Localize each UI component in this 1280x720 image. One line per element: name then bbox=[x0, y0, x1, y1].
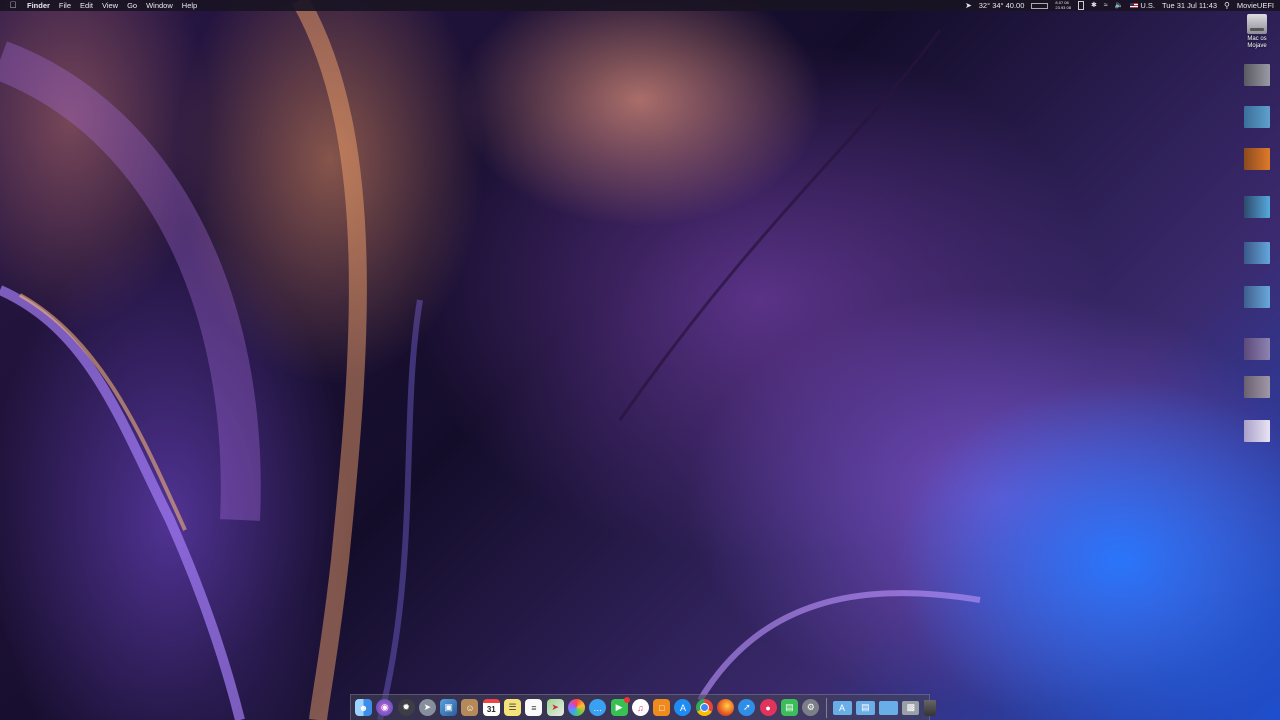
documents-folder-icon[interactable]: ▤ bbox=[855, 700, 875, 715]
dock: ☻ ◉ ✹ ➤ ▣ ☺ 31 ☰ ≡ ➤ … ▶ ♫ □ A ➚ ● ▤ ⚙ A… bbox=[350, 694, 936, 720]
calendar-icon[interactable]: 31 bbox=[482, 699, 500, 716]
chrome-icon[interactable] bbox=[695, 699, 713, 716]
volume-icon[interactable]: 🔈 bbox=[1115, 0, 1124, 11]
menu-file[interactable]: File bbox=[59, 0, 71, 11]
lipstick-app-icon[interactable]: ● bbox=[759, 699, 777, 716]
finder-icon[interactable]: ☻ bbox=[355, 699, 372, 716]
obscured-item[interactable] bbox=[1244, 420, 1270, 442]
notification-badge bbox=[623, 697, 630, 703]
downloads-folder-icon[interactable] bbox=[879, 700, 899, 715]
itunes-icon[interactable]: ♫ bbox=[631, 699, 649, 716]
messages-icon[interactable]: … bbox=[589, 699, 607, 716]
mirror-displays-icon[interactable]: ➤ bbox=[965, 0, 972, 11]
facetime-icon[interactable]: ▶ bbox=[610, 697, 630, 716]
siri-icon[interactable]: ◉ bbox=[376, 699, 394, 716]
downloads-stack-icon[interactable]: ▩ bbox=[902, 700, 920, 715]
applications-folder-icon[interactable]: A bbox=[832, 700, 852, 715]
obscured-item[interactable] bbox=[1244, 242, 1270, 264]
apple-icon[interactable]:  bbox=[8, 0, 18, 11]
reminders-icon[interactable]: ≡ bbox=[525, 699, 543, 716]
hard-drive-icon bbox=[1247, 14, 1267, 34]
clock[interactable]: Tue 31 Jul 11:43 bbox=[1162, 0, 1217, 11]
input-source[interactable]: U.S. bbox=[1140, 0, 1155, 11]
wifi-icon[interactable]: ≈ bbox=[1104, 0, 1108, 11]
obscured-item[interactable] bbox=[1244, 64, 1270, 86]
maps-icon[interactable]: ➤ bbox=[546, 699, 564, 716]
contacts-icon[interactable]: ☺ bbox=[461, 699, 479, 716]
obscured-item[interactable] bbox=[1244, 106, 1270, 128]
obscured-item[interactable] bbox=[1244, 338, 1270, 360]
dock-separator bbox=[825, 697, 827, 718]
menu-window[interactable]: Window bbox=[146, 0, 173, 11]
notes-icon[interactable]: ☰ bbox=[504, 699, 522, 716]
us-flag-icon[interactable] bbox=[1130, 3, 1139, 8]
obscured-item[interactable] bbox=[1244, 196, 1270, 218]
trash-icon[interactable] bbox=[923, 699, 936, 716]
drive-label-1: Mac os bbox=[1247, 36, 1267, 42]
menu-go[interactable]: Go bbox=[127, 0, 137, 11]
drive-label-2: Mojave bbox=[1247, 43, 1267, 49]
app-store-icon[interactable]: A bbox=[674, 699, 692, 716]
user-name[interactable]: MovieUEFI bbox=[1237, 0, 1274, 11]
menu-bar:  Finder File Edit View Go Window Help ➤… bbox=[0, 0, 1280, 11]
cpu-meter-icon[interactable] bbox=[1031, 2, 1049, 9]
rocket-icon[interactable]: ➤ bbox=[418, 699, 436, 716]
launchpad-icon[interactable]: ✹ bbox=[397, 699, 415, 716]
spotlight-search-icon[interactable]: ⚲ bbox=[1224, 0, 1230, 11]
numbers-icon[interactable]: ▤ bbox=[780, 699, 798, 716]
menu-edit[interactable]: Edit bbox=[80, 0, 93, 11]
wallpaper bbox=[0, 0, 981, 720]
obscured-item[interactable] bbox=[1244, 376, 1270, 398]
menu-view[interactable]: View bbox=[102, 0, 118, 11]
photos-icon[interactable] bbox=[567, 699, 585, 716]
menu-finder[interactable]: Finder bbox=[27, 0, 50, 11]
menu-help[interactable]: Help bbox=[182, 0, 197, 11]
system-preferences-icon[interactable]: ⚙ bbox=[802, 699, 820, 716]
desktop-drive-icon[interactable]: Mac os Mojave bbox=[1238, 14, 1276, 50]
books-icon[interactable]: □ bbox=[653, 699, 671, 716]
network-status[interactable]: 8.07 08 23.93 08 bbox=[1055, 0, 1071, 10]
safari-icon[interactable]: ➚ bbox=[738, 699, 756, 716]
firefox-icon[interactable] bbox=[717, 699, 735, 716]
obscured-item[interactable] bbox=[1244, 148, 1270, 170]
obscured-item[interactable] bbox=[1244, 286, 1270, 308]
network-down: 23.93 08 bbox=[1055, 4, 1071, 10]
bluetooth-icon[interactable]: ✱ bbox=[1091, 0, 1097, 11]
preview-icon[interactable]: ▣ bbox=[440, 699, 458, 716]
battery-icon[interactable] bbox=[1077, 1, 1084, 10]
temperature-status[interactable]: 32° 34° 40.00 bbox=[979, 0, 1025, 11]
